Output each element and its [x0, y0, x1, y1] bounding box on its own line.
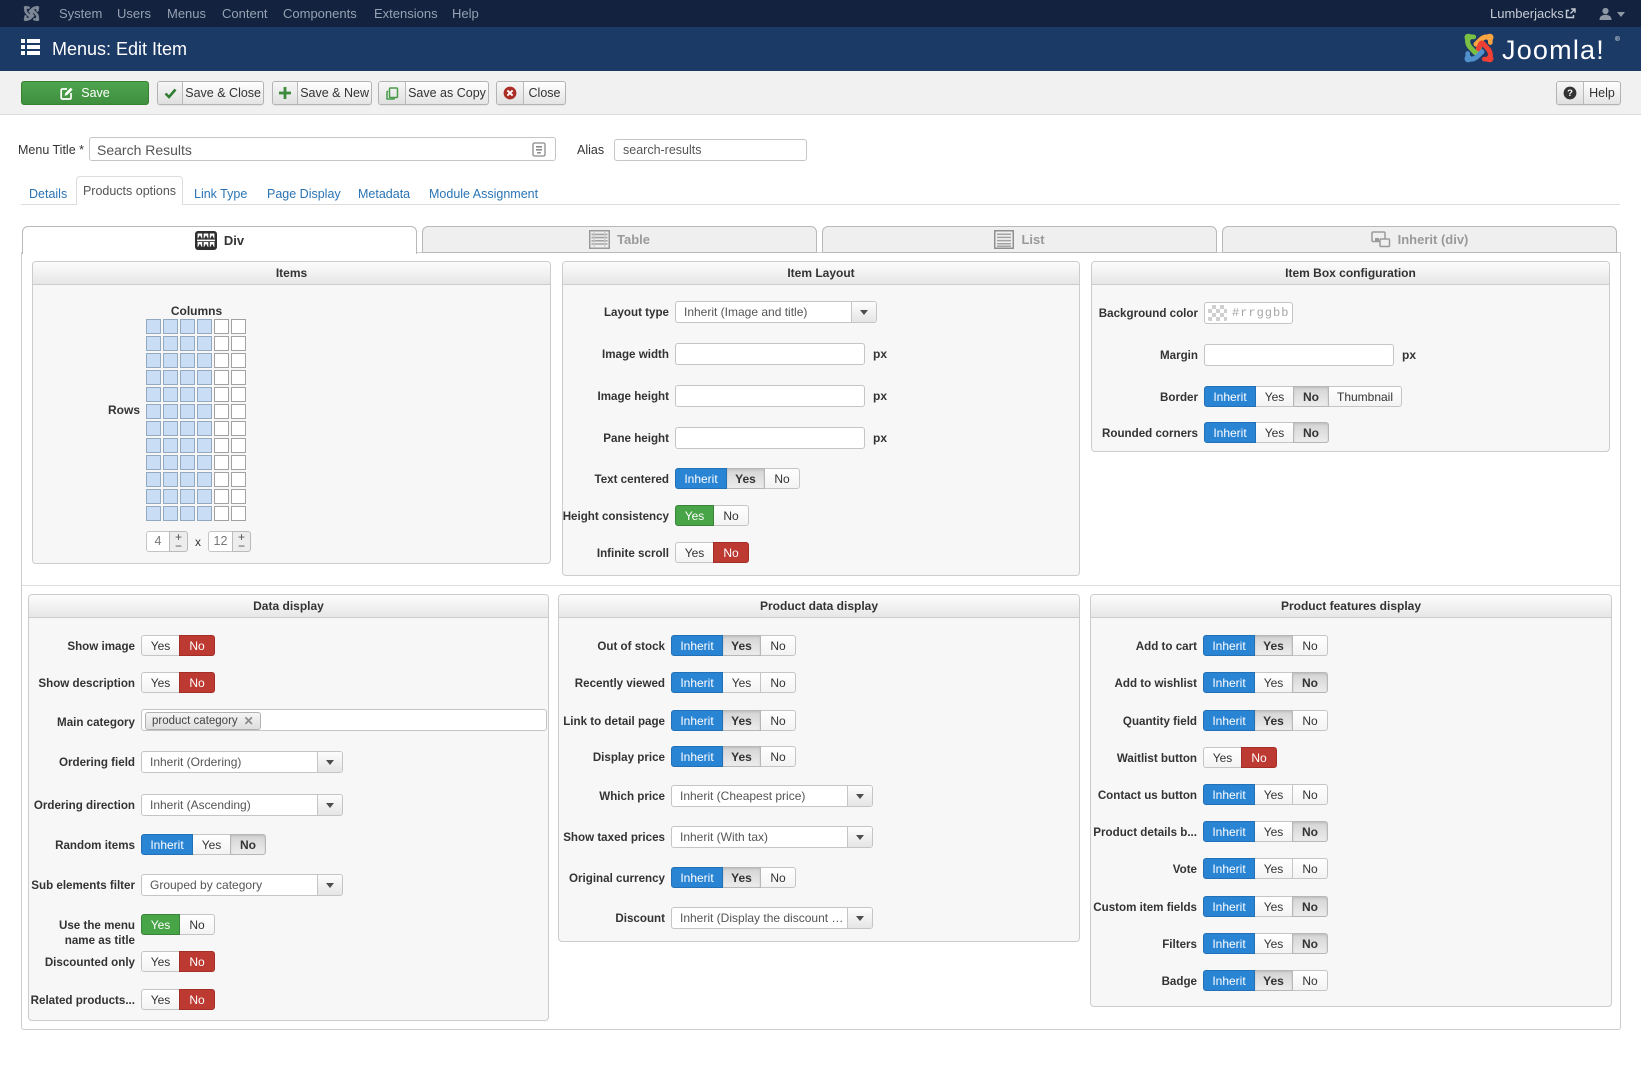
svg-text:?: ? — [1567, 88, 1573, 99]
